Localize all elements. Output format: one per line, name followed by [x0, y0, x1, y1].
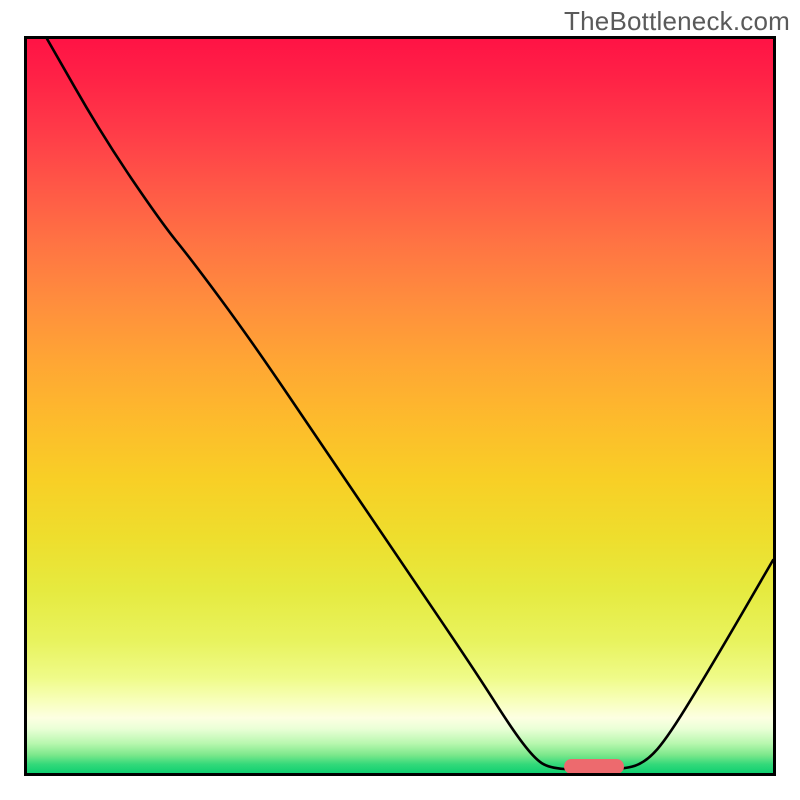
chart-container: TheBottleneck.com	[0, 0, 800, 800]
plot-area	[24, 36, 776, 776]
optimal-range-marker	[564, 759, 624, 774]
watermark-text: TheBottleneck.com	[564, 6, 790, 37]
bottleneck-curve	[27, 39, 773, 773]
